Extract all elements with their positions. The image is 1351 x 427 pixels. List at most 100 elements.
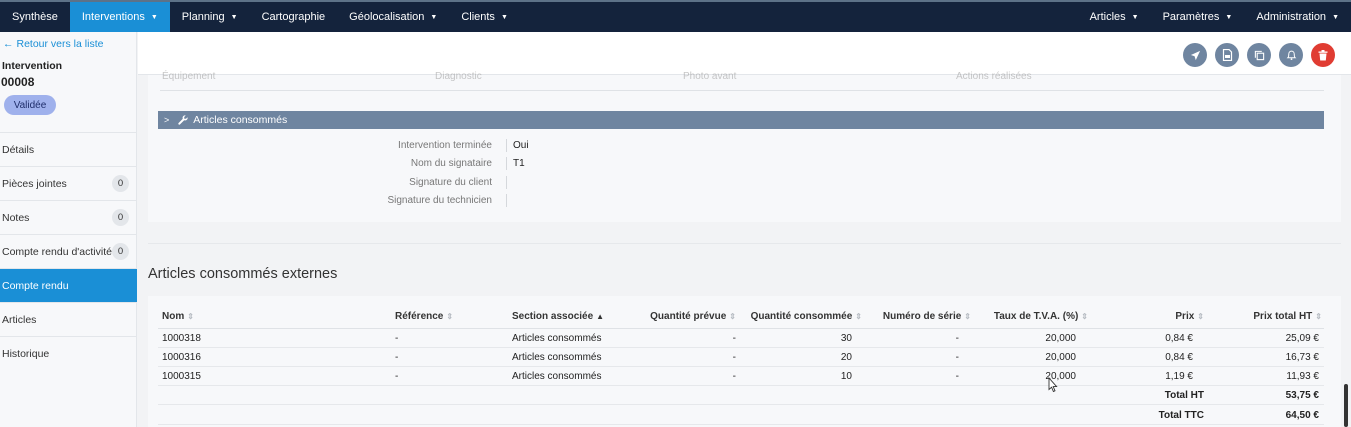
cell-prix-total: 25,09 € xyxy=(1285,333,1319,344)
send-button[interactable] xyxy=(1183,43,1207,67)
cell-reference: - xyxy=(395,333,399,344)
sort-icon: ⇕ xyxy=(446,312,454,321)
column-header-nom[interactable]: Nom ⇕ xyxy=(162,311,194,322)
partial-header-equipement: Équipement xyxy=(162,71,216,82)
nav-item-label: Synthèse xyxy=(12,11,58,23)
field-intervention-terminee: Intervention terminée Oui xyxy=(148,137,1338,155)
sidebar-item-notes[interactable]: Notes 0 xyxy=(0,200,137,234)
nav-item-articles[interactable]: Articles ▼ xyxy=(1078,2,1151,32)
nav-item-cartographie[interactable]: Cartographie xyxy=(250,2,338,32)
caret-down-icon: ▼ xyxy=(430,13,438,21)
nav-item-label: Administration xyxy=(1256,11,1327,23)
nav-item-administration[interactable]: Administration ▼ xyxy=(1244,2,1351,32)
total-ht-label: Total HT xyxy=(1164,390,1204,401)
delete-button[interactable] xyxy=(1311,43,1335,67)
articles-consommes-section-header[interactable]: > Articles consommés xyxy=(158,111,1324,129)
arrow-left-icon: ← xyxy=(3,38,14,50)
sidebar-item-label: Articles xyxy=(2,313,37,326)
chevron-right-icon: > xyxy=(164,115,170,125)
caret-down-icon: ▼ xyxy=(500,13,508,21)
nav-item-interventions[interactable]: Interventions ▼ xyxy=(69,2,170,32)
cell-numero-serie: - xyxy=(955,333,959,344)
sort-icon: ⇕ xyxy=(855,312,862,321)
cell-reference: - xyxy=(395,352,399,363)
sort-icon: ⇕ xyxy=(1081,312,1088,321)
sidebar-item-compte-rendu[interactable]: Compte rendu xyxy=(0,268,137,302)
mouse-cursor-icon xyxy=(1048,377,1058,393)
field-label: Signature du technicien xyxy=(387,195,492,206)
column-header-section[interactable]: Section associée ▲ xyxy=(512,311,604,322)
sidebar-menu: Détails Pièces jointes 0 Notes 0 Compte rendu… xyxy=(0,132,137,370)
nav-item-label: Planning xyxy=(181,11,225,23)
column-header-tva[interactable]: Taux de T.V.A. (%) ⇕ xyxy=(994,311,1088,322)
field-value: Oui xyxy=(506,139,529,152)
cell-tva: 20,000 xyxy=(1045,333,1076,344)
field-value: T1 xyxy=(506,157,525,170)
sidebar-item-label: Notes xyxy=(2,211,30,224)
column-header-numero-serie[interactable]: Numéro de série ⇕ xyxy=(883,311,971,322)
nav-item-parametres[interactable]: Paramètres ▼ xyxy=(1151,2,1245,32)
sort-icon: ⇕ xyxy=(1315,312,1322,321)
sidebar-item-historique[interactable]: Historique xyxy=(0,336,137,370)
status-badge: Validée xyxy=(4,95,56,115)
count-badge: 0 xyxy=(112,209,129,226)
nav-item-planning[interactable]: Planning ▼ xyxy=(170,2,250,32)
column-header-prix[interactable]: Prix ⇕ xyxy=(1175,311,1204,322)
copy-icon xyxy=(1254,50,1264,60)
sidebar-item-label: Pièces jointes xyxy=(2,177,67,190)
cell-tva: 20,000 xyxy=(1045,352,1076,363)
field-nom-signataire: Nom du signataire T1 xyxy=(148,155,1338,173)
notification-button[interactable] xyxy=(1279,43,1303,67)
sidebar-item-articles[interactable]: Articles xyxy=(0,302,137,336)
send-icon xyxy=(1190,50,1200,60)
section-divider xyxy=(148,243,1341,244)
table-row: 1000316 - Articles consommés - 20 - 20,000 0,84… xyxy=(158,348,1324,367)
main-menu: Synthèse Interventions ▼ Planning ▼ Cartograp… xyxy=(0,2,520,32)
nav-item-clients[interactable]: Clients ▼ xyxy=(449,2,520,32)
sidebar: ← Retour vers la liste Intervention 00008… xyxy=(0,32,137,427)
cell-prix: 0,84 € xyxy=(1165,333,1193,344)
total-ttc-row: Total TTC 64,50 € xyxy=(158,406,1324,425)
cell-reference: - xyxy=(395,371,399,382)
table-header: Nom ⇕ Référence ⇕ Section associée ▲ Quanti… xyxy=(158,307,1324,329)
total-ttc-value: 64,50 € xyxy=(1285,410,1319,421)
intervention-heading: Intervention xyxy=(2,60,63,72)
header-actions xyxy=(1183,43,1335,67)
sort-icon: ⇕ xyxy=(729,312,736,321)
cell-numero-serie: - xyxy=(955,352,959,363)
sidebar-item-label: Compte rendu d'activité xyxy=(2,245,112,258)
nav-item-synthese[interactable]: Synthèse xyxy=(0,2,70,32)
nav-item-label: Articles xyxy=(1089,11,1126,23)
cell-quantite-consommee: 30 xyxy=(840,333,852,344)
cell-prix: 1,19 € xyxy=(1165,371,1193,382)
column-header-prix-total[interactable]: Prix total HT ⇕ xyxy=(1253,311,1322,322)
column-header-quantite-prevue[interactable]: Quantité prévue ⇕ xyxy=(650,311,736,322)
pdf-icon xyxy=(1222,49,1232,61)
nav-item-label: Cartographie xyxy=(261,11,326,23)
total-ht-value: 53,75 € xyxy=(1285,390,1319,401)
report-card: Équipement Diagnostic Photo avant Action… xyxy=(148,71,1341,222)
sidebar-item-label: Historique xyxy=(2,347,50,360)
copy-button[interactable] xyxy=(1247,43,1271,67)
cell-section: Articles consommés xyxy=(512,371,602,382)
sidebar-item-details[interactable]: Détails xyxy=(0,132,137,166)
nav-item-geolocalisation[interactable]: Géolocalisation ▼ xyxy=(337,2,449,32)
partial-header-photo: Photo avant xyxy=(683,71,737,82)
caret-down-icon: ▼ xyxy=(1332,13,1339,21)
partial-header-diagnostic: Diagnostic xyxy=(435,71,482,82)
intervention-number: 00008 xyxy=(1,75,35,89)
column-header-quantite-consommee[interactable]: Quantité consommée ⇕ xyxy=(751,311,862,322)
scrollbar-thumb[interactable] xyxy=(1344,384,1348,427)
caret-down-icon: ▼ xyxy=(230,13,238,21)
sidebar-item-pieces-jointes[interactable]: Pièces jointes 0 xyxy=(0,166,137,200)
column-header-reference[interactable]: Référence ⇕ xyxy=(395,311,453,322)
field-label: Nom du signataire xyxy=(410,158,492,169)
bell-icon xyxy=(1286,50,1296,61)
back-to-list-link[interactable]: ← Retour vers la liste xyxy=(3,38,103,50)
sidebar-item-compte-rendu-d-activite[interactable]: Compte rendu d'activité 0 xyxy=(0,234,137,268)
cell-quantite-prevue: - xyxy=(732,371,736,382)
pdf-button[interactable] xyxy=(1215,43,1239,67)
external-articles-title: Articles consommés externes xyxy=(148,266,338,282)
top-navbar: Synthèse Interventions ▼ Planning ▼ Cartograp… xyxy=(0,0,1351,32)
cell-prix-total: 16,73 € xyxy=(1285,352,1319,363)
